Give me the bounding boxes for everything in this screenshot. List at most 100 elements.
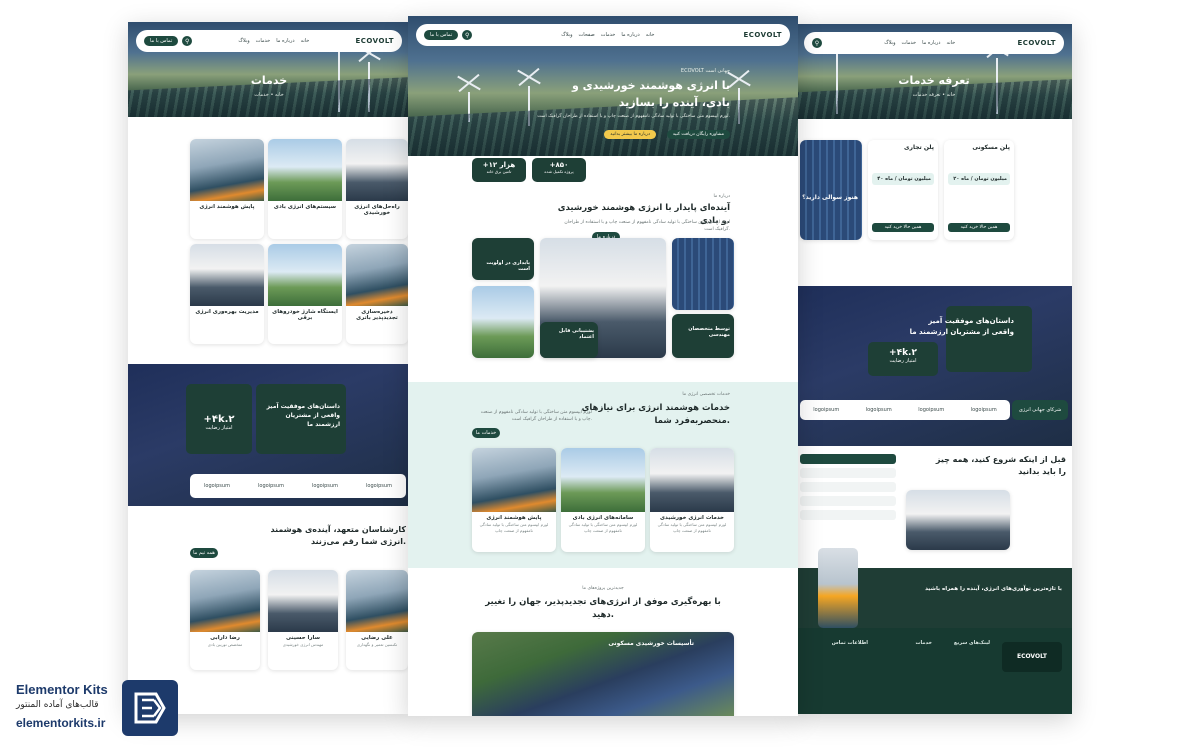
team-card[interactable]: سارا حسینی مهندس انرژی خورشیدی [268, 570, 338, 670]
hero-secondary-button[interactable]: درباره ما بیشتر بدانید [604, 130, 656, 139]
nav-link[interactable]: خدمات [601, 32, 616, 38]
team-title: کارشناسان متعهد، آینده‌ی هوشمند انرژی شم… [270, 525, 407, 546]
brand-watermark: Elementor Kits قالب‌های آماده المنتور el… [10, 678, 180, 738]
nav-link[interactable]: خانه [646, 32, 655, 38]
service-title: ایستگاه شارژ خودروهای برقی [272, 309, 338, 321]
service-card[interactable]: خدمات انرژی خورشیدی لورم ایپسوم متن ساخت… [650, 448, 734, 552]
partner-logos: logoipsum logoipsum logoipsum logoipsum [190, 474, 406, 498]
site-logo[interactable]: ECOVOLT [355, 37, 394, 45]
nav-link[interactable]: خانه [947, 40, 956, 46]
hero-text: لورم ایپسوم متن ساختگی با تولید سادگی نا… [537, 114, 730, 119]
nav-link[interactable]: خدمات [902, 40, 917, 46]
about-image [672, 238, 734, 310]
hero-title: با انرژی هوشمند خورشیدی و بادی، آینده را… [571, 79, 730, 109]
search-icon[interactable]: ⚲ [182, 36, 193, 46]
service-title: پایش هوشمند انرژی [199, 204, 255, 210]
search-icon[interactable]: ⚲ [462, 30, 473, 40]
nav-link[interactable]: صفحات [579, 32, 595, 38]
about-text: لورم ایپسوم متن ساختگی با تولید سادگی نا… [564, 220, 730, 232]
stat-card: +۴k.۲ امتیاز رضایت [868, 342, 938, 376]
project-title: تأسیسات خورشیدی مسکونی [608, 640, 694, 647]
service-card[interactable]: ذخیره‌سازی تجدیدپذیر باتری [346, 244, 408, 344]
faq-item[interactable] [800, 468, 896, 478]
project-card[interactable]: تأسیسات خورشیدی مسکونی [472, 632, 734, 716]
team-card[interactable]: علی رضایی تکنسین تعمیر و نگهداری [346, 570, 408, 670]
service-card[interactable]: مدیریت بهره‌وری انرژی [190, 244, 264, 344]
breadcrumb: خانه • خدمات [254, 92, 284, 98]
service-card[interactable]: راه‌حل‌های انرژی خورشیدی [346, 139, 408, 239]
wind-turbine-icon [368, 62, 370, 112]
service-card[interactable]: سیستم‌های انرژی بادی [268, 139, 342, 239]
section-eyebrow: درباره ما [713, 194, 730, 199]
nav-link[interactable]: وبلاگ [561, 32, 572, 38]
team-name: علی رضایی [361, 635, 393, 641]
nav-link[interactable]: درباره ما [276, 38, 294, 44]
services-button[interactable]: خدمات ما [472, 428, 500, 438]
brand-url[interactable]: elementorkits.ir [16, 716, 105, 730]
feature-card: پشتیبانی قابل اعتماد [540, 322, 598, 358]
nav-link[interactable]: درباره ما [621, 32, 639, 38]
team-button[interactable]: همه تیم ما [190, 548, 218, 558]
team-card[interactable]: رضا دارابی متخصص توربین بادی [190, 570, 260, 670]
partner-logo: logoipsum [970, 407, 997, 413]
pricing-card: پلن مسکونی ۲۰ میلیون تومان / ماه همین حا… [944, 140, 1014, 240]
partner-logos: logoipsum logoipsum logoipsum logoipsum [800, 400, 1010, 420]
service-title: ذخیره‌سازی تجدیدپذیر باتری [356, 309, 398, 321]
promo-title: هنوز سوالی دارید؟ [802, 194, 858, 201]
stat-label: تامین برق خانه [486, 169, 512, 174]
search-icon[interactable]: ⚲ [812, 38, 822, 48]
service-card[interactable]: پایش هوشمند انرژی لورم ایپسوم متن ساختگی… [472, 448, 556, 552]
navbar: تماس با ما ⚲ وبلاگ خدمات درباره ما خانه … [136, 30, 402, 52]
team-role: متخصص توربین بادی [207, 642, 243, 647]
faq-list [800, 454, 896, 544]
footer-logo: ECOVOLT [1002, 642, 1062, 672]
faq-item[interactable] [800, 482, 896, 492]
contact-button[interactable]: تماس با ما [424, 30, 459, 40]
faq-image [906, 490, 1010, 550]
contact-button[interactable]: تماس با ما [144, 36, 179, 46]
stat-card: +۴k.۲ امتیاز رضایت [186, 384, 252, 454]
service-card[interactable]: پایش هوشمند انرژی [190, 139, 264, 239]
plan-price: ۲۰ میلیون تومان / ماه [948, 173, 1010, 185]
buy-button[interactable]: همین حالا خرید کنید [872, 223, 934, 232]
service-title: راه‌حل‌های انرژی خورشیدی [354, 204, 400, 216]
wind-turbine-icon [738, 88, 740, 124]
footer-column-title: اطلاعات تماس [831, 640, 868, 646]
faq-title: قبل از اینکه شروع کنید، همه چیز را باید … [935, 455, 1066, 476]
cta-title: با تازه‌ترین نوآوری‌های انرژی، آینده را … [925, 586, 1062, 592]
stat-value: +۴k.۲ [889, 348, 917, 358]
service-card[interactable]: سامانه‌های انرژی بادی لورم ایپسوم متن سا… [561, 448, 645, 552]
feature-card: توسط متخصصان مهندسی [672, 314, 734, 358]
testimonial-title: داستان‌های موفقیت آمیز واقعی از مشتریان … [266, 403, 340, 428]
team-name: سارا حسینی [285, 635, 321, 641]
site-logo[interactable]: ECOVOLT [1017, 39, 1056, 47]
projects-title: با بهره‌گیری موفق از انرژی‌های تجدیدپذیر… [485, 597, 721, 620]
service-card[interactable]: ایستگاه شارژ خودروهای برقی [268, 244, 342, 344]
buy-button[interactable]: همین حالا خرید کنید [948, 223, 1010, 232]
page-title: خدمات [250, 74, 288, 87]
footer-column-title: لینک‌های سریع [953, 640, 990, 646]
faq-item[interactable] [800, 510, 896, 520]
nav-link[interactable]: خانه [301, 38, 310, 44]
partner-logo: logoipsum [204, 483, 230, 489]
team-name: رضا دارابی [210, 635, 240, 641]
stat-card: +۱۲ هزار تامین برق خانه [472, 158, 526, 182]
partner-logo: logoipsum [312, 483, 338, 489]
faq-item[interactable] [800, 454, 896, 464]
stat-value: +۸۵۰ [549, 161, 569, 169]
page-title: تعرفه خدمات [898, 74, 970, 87]
nav-link[interactable]: وبلاگ [884, 40, 895, 46]
site-logo[interactable]: ECOVOLT [743, 31, 782, 39]
faq-item[interactable] [800, 496, 896, 506]
nav-link[interactable]: درباره ما [922, 40, 940, 46]
nav-link[interactable]: خدمات [256, 38, 271, 44]
wind-turbine-icon [468, 92, 470, 122]
service-title: مدیریت بهره‌وری انرژی [195, 309, 259, 315]
feature-title: پایداری در اولویت است [486, 260, 530, 272]
services-text: لورم ایپسوم متن ساختگی با تولید سادگی نا… [480, 410, 592, 422]
navbar: ⚲ وبلاگ خدمات درباره ما خانه ECOVOLT [804, 32, 1064, 54]
nav-link[interactable]: وبلاگ [238, 38, 249, 44]
team-role: تکنسین تعمیر و نگهداری [356, 642, 398, 647]
hero-primary-button[interactable]: مشاوره رایگان دریافت کنید [666, 130, 730, 139]
plan-price: ۴۰ میلیون تومان / ماه [872, 173, 934, 185]
